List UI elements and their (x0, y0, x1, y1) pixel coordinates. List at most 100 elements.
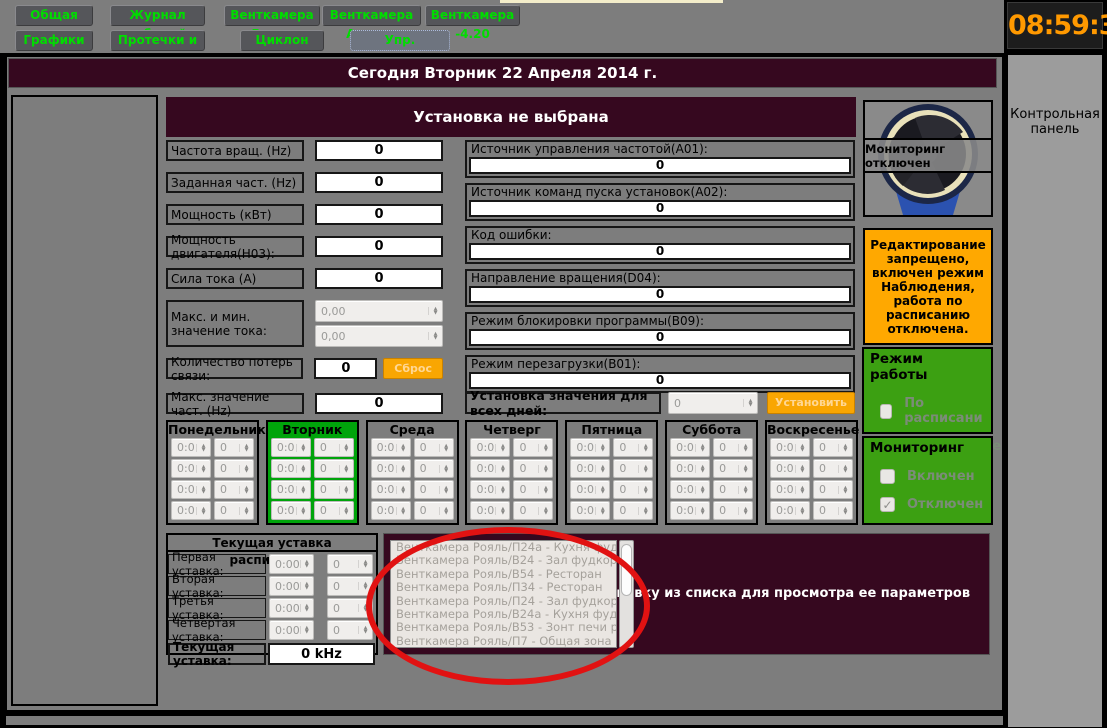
nav-button-scheme[interactable]: Общая схема (15, 5, 93, 26)
parameter-row: Заданная част. (Hz) 0 (166, 172, 443, 193)
day-value-column: 0▲▼ 0▲▼ 0▲▼ 0▲▼ (214, 438, 254, 520)
clock-display: 08:59:37 (1007, 2, 1103, 49)
spinner-arrows-icon: ▲▼ (358, 604, 372, 612)
max-current-value: 0,00 (316, 305, 428, 318)
setpoint-spinner: 0▲▼ (713, 501, 753, 520)
spinner-arrows-icon: ▲▼ (738, 465, 752, 473)
spinner-arrows-icon: ▲▼ (196, 507, 210, 515)
spinner-arrows-icon: ▲▼ (695, 507, 709, 515)
day-name: Пятница (567, 422, 656, 437)
unit-list-scrollbar[interactable] (619, 540, 634, 648)
nav-button-ventcam-atrium[interactable]: Венткамера Атриум (322, 5, 421, 26)
spinner-arrows-icon: ▲▼ (495, 507, 509, 515)
nav-button-graphs[interactable]: Графики (15, 30, 93, 51)
unit-list-item[interactable]: Венткамера Рояль/П24 - Зал фудкорта (391, 595, 616, 608)
day-time-column: 0:0▲▼ 0:0▲▼ 0:0▲▼ 0:0▲▼ (670, 438, 710, 520)
nav-button-ventcam-royal[interactable]: Венткамера Рояль (224, 5, 320, 26)
time-spinner: 0:0▲▼ (271, 459, 311, 478)
unit-list-item[interactable]: Венткамера Рояль/П7 - Общая зона (391, 635, 616, 648)
day-time-column: 0:0▲▼ 0:0▲▼ 0:0▲▼ 0:0▲▼ (570, 438, 610, 520)
time-spinner: 0:0▲▼ (670, 501, 710, 520)
parameter-column-left: Частота вращ. (Hz) 0 Заданная част. (Hz)… (166, 140, 443, 414)
day-name: Вторник (268, 422, 357, 437)
nav-button-schedule-management[interactable]: Упр. расписанием (350, 30, 450, 51)
setpoint-spinner: 0▲▼ (713, 480, 753, 499)
spinner-arrows-icon: ▲▼ (339, 444, 353, 452)
unit-list-item[interactable]: Венткамера Рояль/В53 - Зонт печи рестора… (391, 621, 616, 634)
day-name: Четверг (467, 422, 556, 437)
nav-button-event-log[interactable]: Журнал событий (110, 5, 205, 26)
unit-list-item[interactable]: Венткамера Рояль/В24а - Кухня фудкорта (391, 608, 616, 621)
spinner-arrows-icon: ▲▼ (738, 444, 752, 452)
register-label: Направление вращения(D04): (469, 271, 851, 286)
unit-list-item[interactable]: Венткамера Рояль/В24 - Зал фудкорта (391, 554, 616, 567)
setpoint-time-spinner: 0:00▲▼ (269, 576, 314, 596)
time-spinner: 0:0▲▼ (770, 438, 810, 457)
spinner-arrows-icon: ▲▼ (838, 486, 852, 494)
apply-button[interactable]: Установить (767, 392, 855, 414)
monitoring-on-checkbox[interactable] (880, 469, 895, 484)
spinner-arrows-icon: ▲▼ (239, 486, 253, 494)
parameter-label: Сила тока (А) (166, 268, 304, 289)
spinner-arrows-icon: ▲▼ (838, 444, 852, 452)
spinner-arrows-icon: ▲▼ (595, 486, 609, 494)
day-schedule-panel: Среда 0:0▲▼ 0:0▲▼ 0:0▲▼ 0:0▲▼ 0▲▼ 0▲▼ 0▲… (366, 420, 459, 525)
setpoint-value-spinner: 0▲▼ (327, 576, 373, 596)
time-spinner: 0:0▲▼ (570, 501, 610, 520)
spinner-arrows-icon: ▲▼ (638, 465, 652, 473)
register-value-field: 0 (469, 329, 851, 346)
setpoint-spinner: 0▲▼ (314, 501, 354, 520)
spinner-arrows-icon: ▲▼ (428, 332, 442, 340)
checkbox-row: Включен (880, 469, 985, 484)
spinner-arrows-icon: ▲▼ (300, 626, 313, 634)
parameter-label: Заданная част. (Hz) (166, 172, 304, 193)
register-label: Режим перезагрузки(B01): (469, 357, 851, 372)
spinner-arrows-icon: ▲▼ (538, 465, 552, 473)
day-time-column: 0:0▲▼ 0:0▲▼ 0:0▲▼ 0:0▲▼ (271, 438, 311, 520)
all-days-spinner: 0▲▼ (668, 392, 758, 414)
spinner-arrows-icon: ▲▼ (239, 444, 253, 452)
day-name: Воскресенье (767, 422, 856, 437)
monitoring-on-label: Включен (907, 469, 975, 484)
nav-button-cyclone[interactable]: Циклон (240, 30, 324, 51)
spinner-arrows-icon: ▲▼ (738, 486, 752, 494)
setpoint-time-spinner: 0:00▲▼ (269, 554, 314, 574)
time-spinner: 0:0▲▼ (171, 480, 211, 499)
monitoring-off-checkbox[interactable]: ✓ (880, 497, 895, 512)
register-label: Режим блокировки программы(B09): (469, 314, 851, 329)
sidebar-title: Контрольная панель (1008, 107, 1102, 137)
spinner-arrows-icon: ▲▼ (838, 507, 852, 515)
schedule-setpoint-row: Первая уставка: 0:00▲▼ 0▲▼ (168, 554, 376, 574)
time-spinner: 0:0▲▼ (271, 438, 311, 457)
setpoint-spinner: 0▲▼ (214, 459, 254, 478)
spinner-arrows-icon: ▲▼ (358, 560, 372, 568)
max-frequency-row: Макс. значение част. (Hz) 0 (166, 393, 443, 414)
connection-loss-row: Количество потерь связи: 0 Сброс (166, 358, 443, 379)
unit-list[interactable]: Венткамера Рояль/П24а - Кухня фудкорта В… (390, 540, 617, 648)
scrollbar-thumb[interactable] (621, 544, 632, 596)
setpoint-value-spinner: 0▲▼ (327, 598, 373, 618)
selected-unit-title: Установка не выбрана (166, 97, 856, 137)
max-frequency-value: 0 (315, 393, 443, 414)
unit-list-item[interactable]: Венткамера Рояль/П24а - Кухня фудкорта (391, 541, 616, 554)
unit-list-item[interactable]: Венткамера Рояль/В54 - Ресторан (391, 568, 616, 581)
day-name: Понедельник (168, 422, 257, 437)
nav-button-ventcam-420[interactable]: Венткамера -4.20 (425, 5, 520, 26)
nav-button-leaks-alarms[interactable]: Протечки и аварии (110, 30, 205, 51)
unit-list-item[interactable]: Венткамера Рояль/П34 - Ресторан (391, 581, 616, 594)
connection-loss-label: Количество потерь связи: (166, 358, 303, 379)
parameter-value-field: 0 (315, 140, 443, 161)
by-schedule-checkbox[interactable] (880, 404, 892, 419)
register-value-field: 0 (469, 286, 851, 303)
date-banner: Сегодня Вторник 22 Апреля 2014 г. (8, 58, 997, 88)
time-spinner: 0:0▲▼ (570, 459, 610, 478)
setpoint-spinner: 0▲▼ (214, 438, 254, 457)
monitoring-group: Мониторинг Включен ✓ Отключен (862, 436, 993, 525)
reset-button[interactable]: Сброс (383, 358, 443, 379)
setpoint-spinner: 0▲▼ (513, 438, 553, 457)
time-spinner: 0:0▲▼ (470, 459, 510, 478)
spinner-arrows-icon: ▲▼ (339, 486, 353, 494)
spinner-arrows-icon: ▲▼ (495, 486, 509, 494)
all-days-setter-row: Установка значения для всех дней: 0▲▼ Ус… (465, 392, 855, 414)
setpoint-spinner: 0▲▼ (613, 459, 653, 478)
